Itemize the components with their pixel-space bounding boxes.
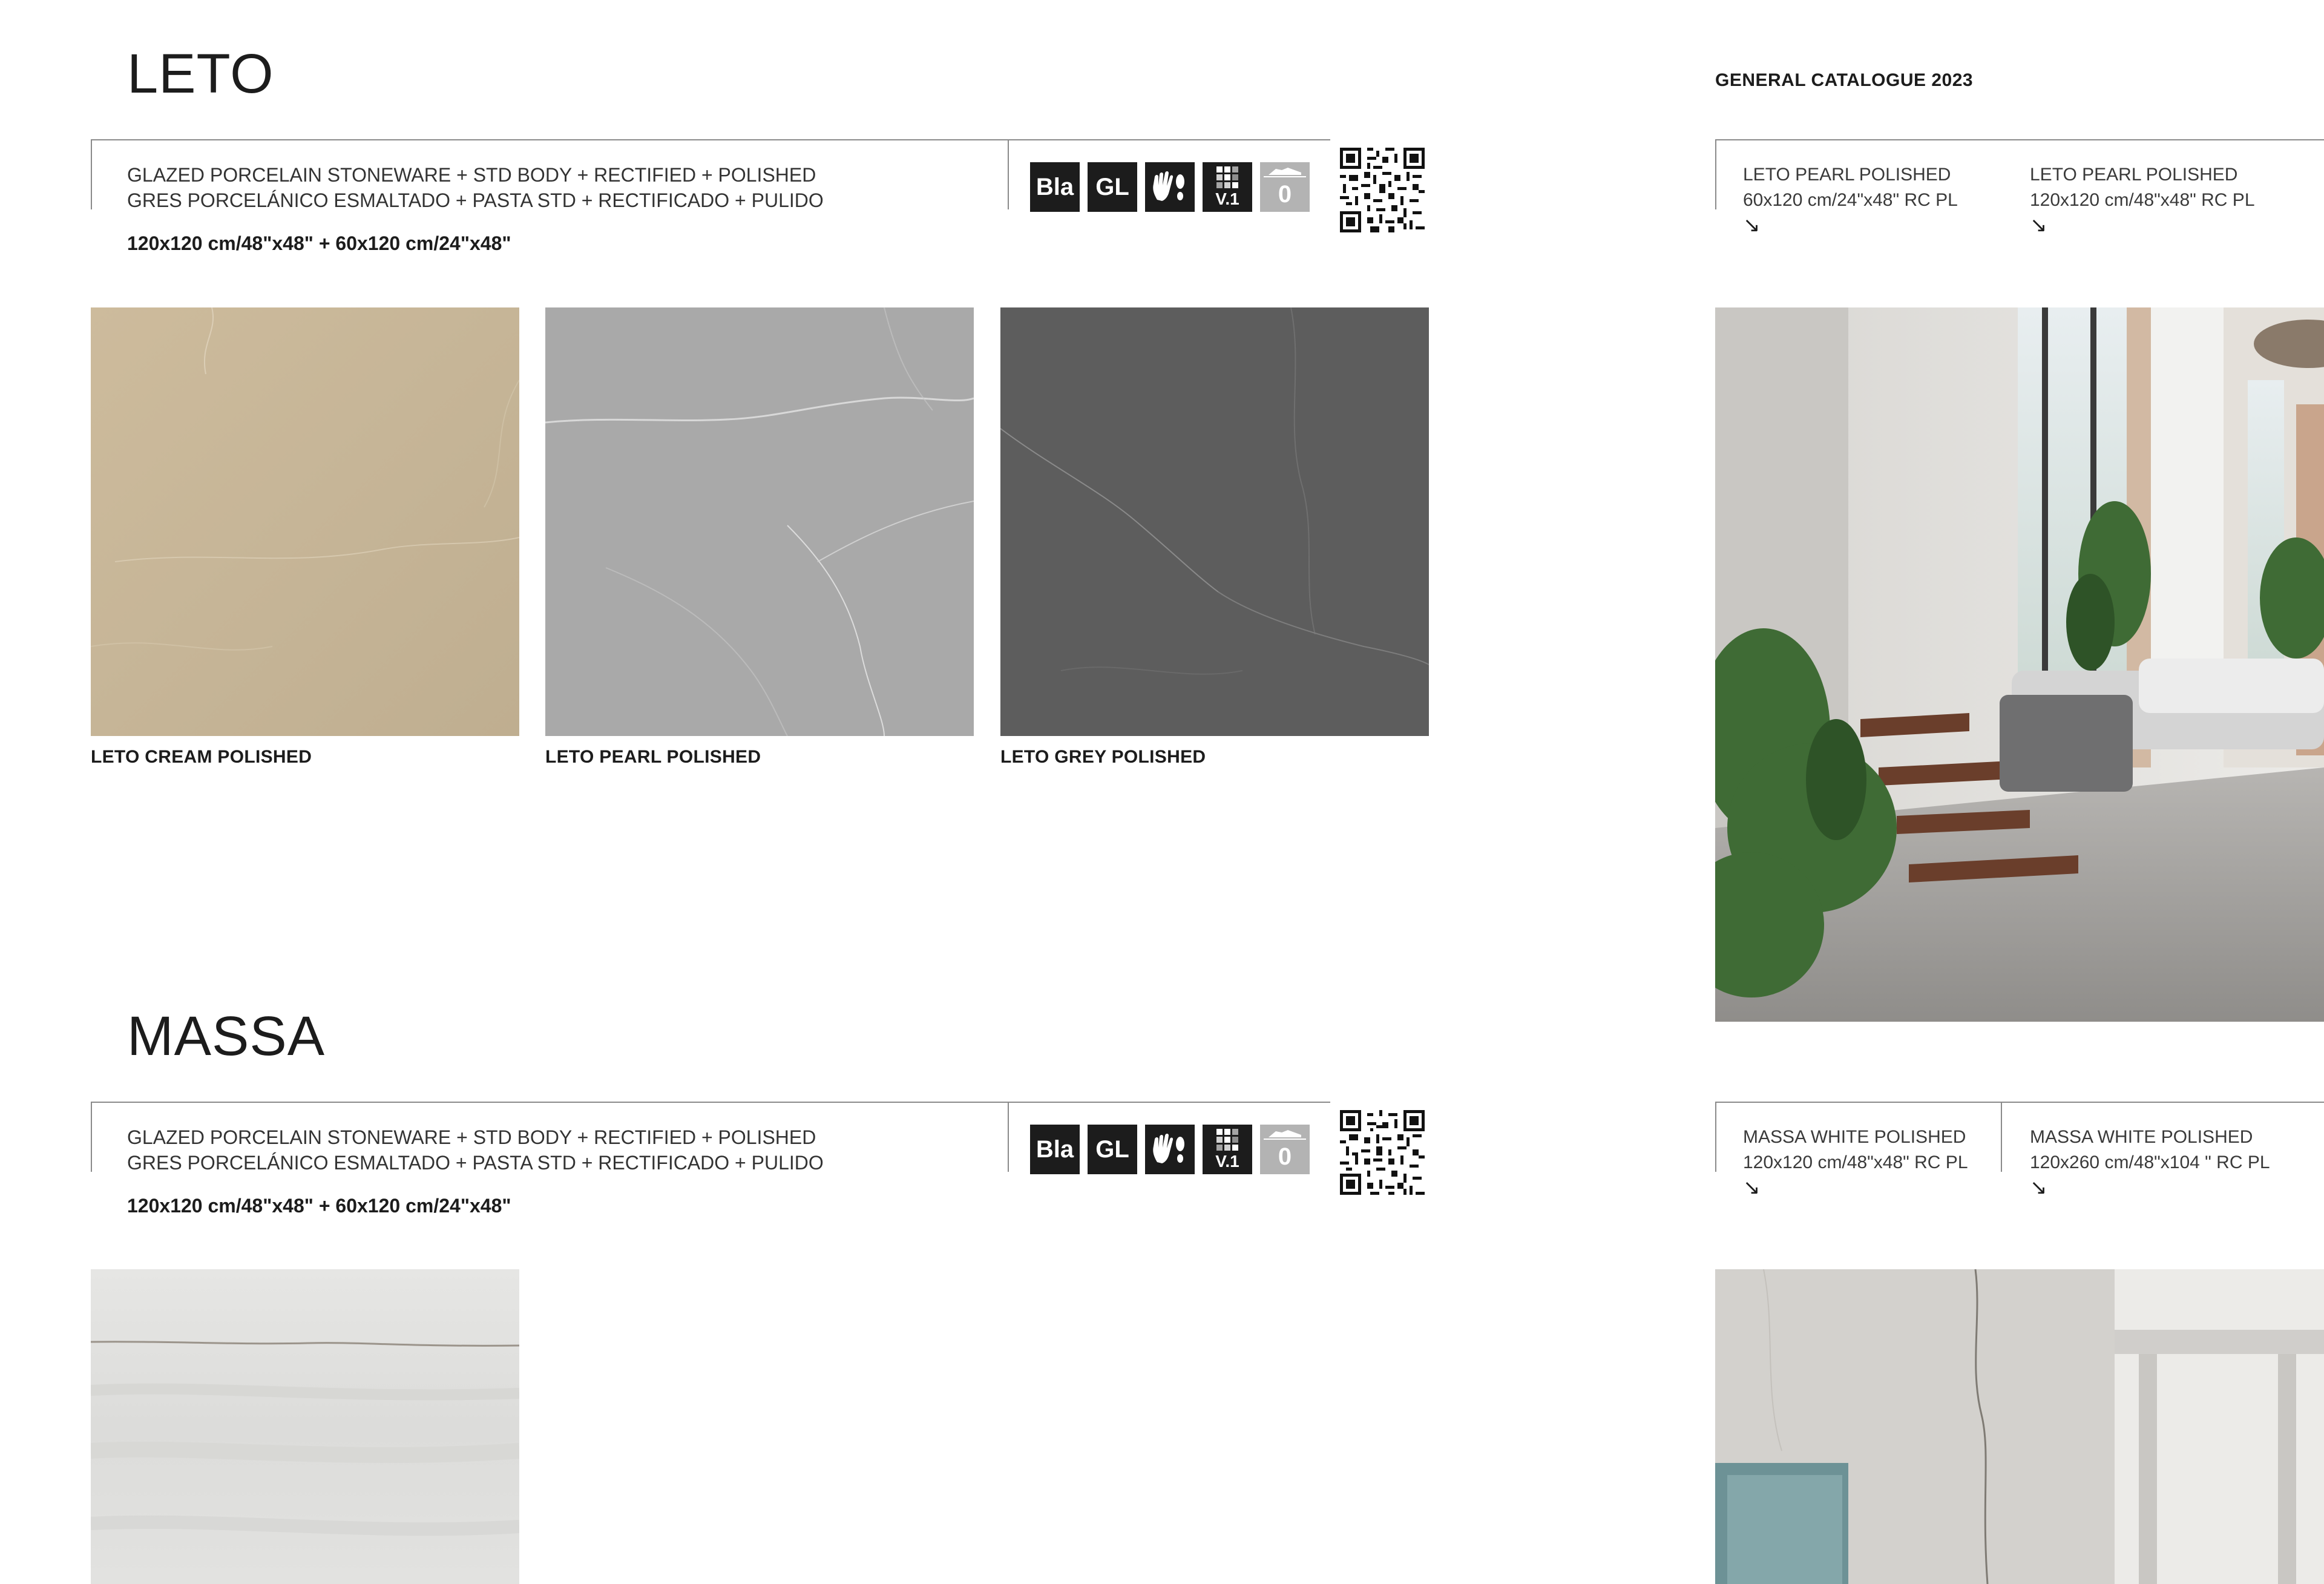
reference-size: 120x120 cm/48"x48" RC PL (2030, 190, 2255, 210)
tile-caption: LETO GREY POLISHED (1000, 747, 1206, 767)
reference-name: LETO PEARL POLISHED (2030, 165, 2238, 185)
spec-divider (1008, 1102, 1009, 1172)
tile-swatch-grey[interactable] (1000, 307, 1429, 736)
slip-rating-label: 0 (1278, 1143, 1292, 1170)
tile-swatch-white[interactable] (91, 1269, 519, 1584)
shade-variation-icon: V.1 (1203, 162, 1252, 212)
catalogue-label: GENERAL CATALOGUE 2023 (1715, 70, 1974, 90)
reference-item[interactable]: LETO PEARL POLISHED 120x120 cm/48"x48" R… (2030, 162, 2255, 237)
qr-code-icon[interactable] (1340, 148, 1425, 232)
reference-name: MASSA WHITE POLISHED (1743, 1127, 1966, 1147)
arrow-down-right-icon: ↘ (2030, 214, 2047, 237)
bla-icon: Bla (1030, 162, 1080, 212)
spec-spanish: GRES PORCELÁNICO ESMALTADO + PASTA STD +… (127, 1152, 824, 1174)
bla-icon: Bla (1030, 1125, 1080, 1174)
section-title: LETO (127, 43, 274, 105)
reference-item[interactable]: LETO PEARL POLISHED 60x120 cm/24"x48" RC… (1743, 162, 1958, 237)
slip-rating-label: 0 (1278, 181, 1292, 208)
tile-caption: LETO CREAM POLISHED (91, 747, 312, 767)
spec-english: GLAZED PORCELAIN STONEWARE + STD BODY + … (127, 164, 816, 186)
arrow-down-right-icon: ↘ (1743, 214, 1761, 237)
tile-caption: LETO PEARL POLISHED (545, 747, 761, 767)
arrow-down-right-icon: ↘ (2030, 1176, 2047, 1199)
spec-english: GLAZED PORCELAIN STONEWARE + STD BODY + … (127, 1126, 816, 1148)
reference-name: LETO PEARL POLISHED (1743, 165, 1951, 185)
ambience-photo-living-room (1715, 307, 2324, 1022)
hand-footprint-icon (1145, 162, 1195, 212)
shade-variation-icon: V.1 (1203, 1125, 1252, 1174)
reference-size: 120x120 cm/48"x48" RC PL (1743, 1152, 1968, 1172)
slip-rating-icon: 0 (1260, 1125, 1310, 1174)
slip-rating-icon: 0 (1260, 162, 1310, 212)
reference-size: 120x260 cm/48"x104 " RC PL (2030, 1152, 2270, 1172)
reference-divider (2001, 1102, 2002, 1172)
available-sizes: 120x120 cm/48"x48" + 60x120 cm/24"x48" (127, 1195, 511, 1217)
tile-swatch-cream[interactable] (91, 307, 519, 736)
spec-spanish: GRES PORCELÁNICO ESMALTADO + PASTA STD +… (127, 189, 824, 211)
section-title: MASSA (127, 1005, 326, 1067)
arrow-down-right-icon: ↘ (1743, 1176, 1761, 1199)
reference-item[interactable]: MASSA WHITE POLISHED 120x120 cm/48"x48" … (1743, 1125, 1968, 1200)
gl-icon: GL (1088, 1125, 1137, 1174)
ambience-photo-massa (1715, 1269, 2324, 1584)
spec-divider (1008, 139, 1009, 209)
shade-variation-label: V.1 (1215, 1152, 1239, 1171)
tile-swatch-pearl[interactable] (545, 307, 974, 736)
reference-item[interactable]: MASSA WHITE POLISHED 120x260 cm/48"x104 … (2030, 1125, 2270, 1200)
reference-name: MASSA WHITE POLISHED (2030, 1127, 2253, 1147)
available-sizes: 120x120 cm/48"x48" + 60x120 cm/24"x48" (127, 232, 511, 254)
reference-size: 60x120 cm/24"x48" RC PL (1743, 190, 1958, 210)
qr-code-icon[interactable] (1340, 1110, 1425, 1195)
gl-icon: GL (1088, 162, 1137, 212)
shade-variation-label: V.1 (1215, 189, 1239, 208)
hand-footprint-icon (1145, 1125, 1195, 1174)
